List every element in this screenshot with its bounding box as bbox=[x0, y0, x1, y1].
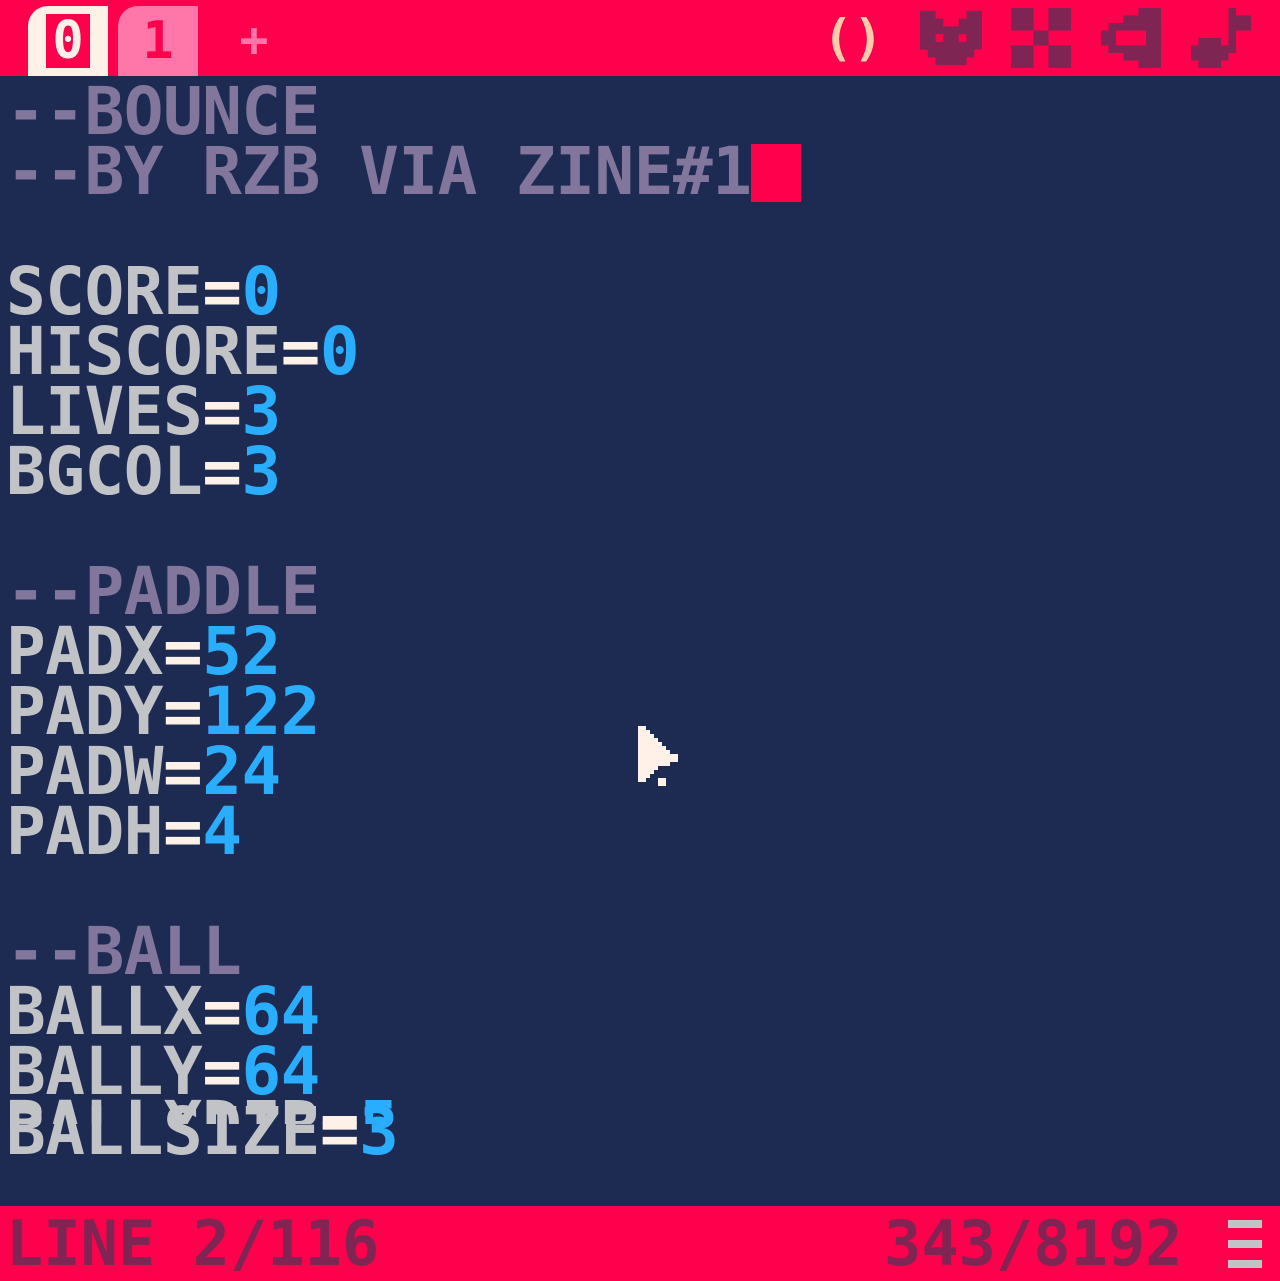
mouse-pointer-icon bbox=[638, 726, 678, 786]
top-bar: 0 1 + () bbox=[0, 0, 1280, 76]
tab-1[interactable]: 1 bbox=[118, 6, 198, 76]
menu-icon[interactable] bbox=[1228, 1220, 1262, 1268]
equals-operator: = bbox=[202, 433, 242, 510]
equals-operator: = bbox=[320, 1098, 360, 1124]
tab-0[interactable]: 0 bbox=[28, 6, 108, 76]
token-count: 343/8192 bbox=[884, 1207, 1183, 1280]
code-line-ballxdir: BALLXDIR=5 bbox=[6, 1098, 399, 1124]
ballxdir-variable: BALLXDIR bbox=[6, 1098, 320, 1124]
bgcol-variable: BGCOL bbox=[6, 433, 203, 510]
status-bar: LINE 2/116 343/8192 bbox=[0, 1206, 1280, 1281]
code-line-padh: PADH=4 bbox=[6, 799, 242, 865]
sfx-speaker-icon bbox=[1101, 8, 1161, 68]
add-tab-button[interactable]: + bbox=[232, 12, 276, 68]
hiscore-value: 0 bbox=[319, 313, 360, 390]
code-line-bgcol: BGCOL=3 bbox=[6, 439, 281, 505]
code-line-2: --BY RZB VIA ZINE#1 bbox=[6, 139, 802, 205]
tab-0-label: 0 bbox=[46, 14, 90, 68]
padh-value: 4 bbox=[202, 793, 242, 870]
text-cursor bbox=[751, 144, 802, 202]
music-editor-button[interactable] bbox=[1186, 6, 1256, 70]
code-editor-button[interactable]: () bbox=[818, 6, 888, 70]
equals-operator: = bbox=[280, 313, 321, 390]
sprite-cat-icon bbox=[920, 10, 982, 66]
line-indicator: LINE 2/116 bbox=[6, 1207, 380, 1280]
ballxdir-value: 5 bbox=[359, 1098, 399, 1124]
padh-variable: PADH bbox=[6, 793, 163, 870]
code-braces-icon: () bbox=[822, 9, 884, 67]
map-grid-icon bbox=[1011, 8, 1071, 68]
sfx-editor-button[interactable] bbox=[1096, 6, 1166, 70]
tab-1-label: 1 bbox=[142, 11, 174, 71]
sprite-editor-button[interactable] bbox=[916, 6, 986, 70]
code-line-ballxdir-clipped: BALLXDIR=5 bbox=[6, 1098, 426, 1124]
code-line-2-text: --BY RZB VIA ZINE#1 bbox=[6, 133, 752, 210]
music-note-icon bbox=[1191, 8, 1251, 68]
plus-icon: + bbox=[239, 12, 269, 68]
map-editor-button[interactable] bbox=[1006, 6, 1076, 70]
bgcol-value: 3 bbox=[241, 433, 281, 510]
equals-operator: = bbox=[162, 793, 203, 870]
code-editor[interactable]: --BOUNCE --BY RZB VIA ZINE#1 SCORE=0 HIS… bbox=[0, 76, 1280, 1206]
